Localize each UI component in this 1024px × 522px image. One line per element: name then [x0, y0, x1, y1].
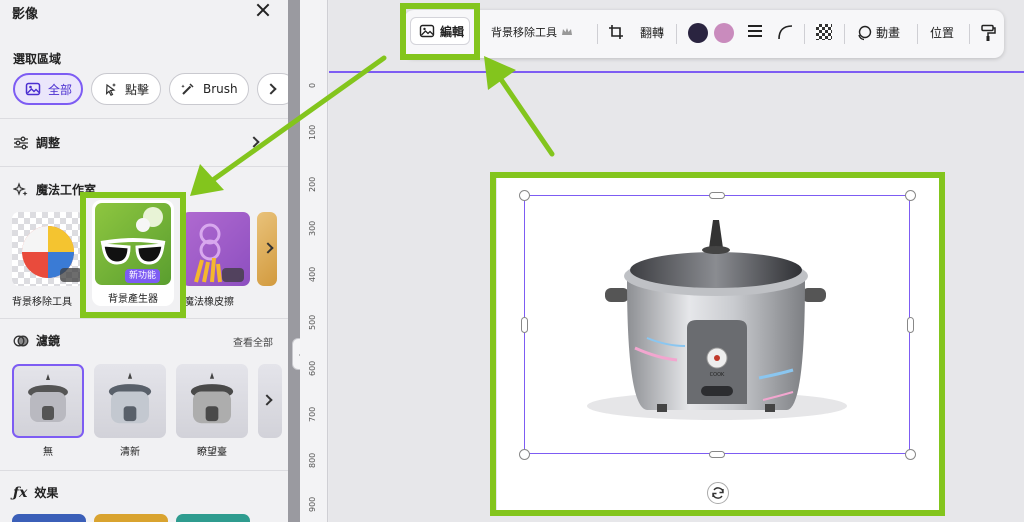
magic-eraser-thumbnail[interactable]: [182, 212, 250, 286]
effect-thumbnail[interactable]: [12, 514, 86, 522]
animate-button[interactable]: 動畫: [856, 24, 900, 41]
filter-fresh-thumbnail[interactable]: [94, 364, 166, 438]
flip-label: 翻轉: [640, 26, 665, 40]
select-all-button[interactable]: 全部: [13, 73, 83, 105]
chevron-right-icon: [265, 83, 277, 95]
select-click-label: 點擊: [125, 82, 150, 97]
crown-icon: [562, 28, 572, 35]
magic-eraser-label: 魔法橡皮擦: [184, 297, 234, 308]
ruler-mark: 500: [308, 314, 317, 330]
effects-header[interactable]: ƒx 效果: [13, 484, 58, 501]
filters-label: 濾鏡: [36, 334, 61, 348]
ruler-mark: 400: [308, 266, 317, 282]
crop-button[interactable]: [608, 24, 624, 40]
bg-remover-tool-button[interactable]: 背景移除工具: [491, 24, 573, 40]
ruler-mark: 800: [308, 452, 317, 468]
color-swatch-dark[interactable]: [688, 23, 708, 43]
crown-icon: [60, 268, 82, 282]
copy-style-button[interactable]: [980, 24, 996, 42]
corner-curve-icon: [778, 25, 793, 40]
bg-remover-thumbnail[interactable]: [12, 212, 84, 286]
adjust-chevron-icon: [248, 136, 260, 148]
animate-label: 動畫: [876, 26, 901, 40]
ruler-mark: 100: [308, 124, 317, 140]
select-brush-label: Brush: [203, 82, 238, 96]
border-style-button[interactable]: [747, 24, 763, 38]
border-lines-icon: [748, 25, 762, 37]
highlight-canvas-image: [490, 172, 945, 516]
vertical-ruler: 0 100 200 300 400 500 600 700 800 900: [300, 0, 328, 522]
position-label: 位置: [930, 26, 955, 40]
select-brush-button[interactable]: Brush: [169, 73, 249, 105]
effect-thumbnail[interactable]: [176, 514, 250, 522]
filter-none-label: 無: [43, 447, 53, 458]
close-icon[interactable]: [254, 1, 272, 19]
adjust-label: 調整: [36, 136, 61, 150]
fx-icon: ƒx: [13, 484, 28, 501]
filter-none-thumbnail[interactable]: [12, 364, 84, 438]
effect-thumbnail[interactable]: [94, 514, 168, 522]
context-toolbar: 背景移除工具 翻轉 動畫 位置: [404, 10, 1004, 58]
rice-cooker-image: [28, 374, 68, 422]
crown-icon: [222, 268, 244, 282]
paint-roller-icon: [981, 24, 996, 41]
rice-cooker-image: [108, 372, 152, 424]
select-more-button[interactable]: [257, 73, 288, 105]
guide-line: [329, 71, 1024, 73]
panel-title: 影像: [12, 7, 39, 22]
ruler-mark: 600: [308, 360, 317, 376]
effects-label: 效果: [34, 486, 59, 500]
select-all-label: 全部: [48, 82, 73, 97]
ruler-mark: 0: [308, 82, 317, 88]
rice-cooker-image: [190, 372, 234, 424]
filter-fresh-label: 清新: [120, 447, 140, 458]
flip-button[interactable]: 翻轉: [640, 24, 664, 41]
filter-lookout-label: 瞭望臺: [197, 447, 227, 458]
see-all-link[interactable]: 查看全部: [233, 334, 273, 349]
crop-icon: [609, 25, 623, 39]
magic-click-icon: [105, 83, 116, 96]
color-swatch-pink[interactable]: [714, 23, 734, 43]
brush-icon: [181, 83, 194, 95]
ruler-mark: 900: [308, 496, 317, 512]
checker-icon: [816, 24, 832, 40]
sliders-icon: [14, 136, 28, 149]
ruler-mark: 700: [308, 406, 317, 422]
dark-color-swatch: [688, 23, 708, 43]
filters-header: 濾鏡: [13, 332, 60, 349]
image-icon: [25, 82, 41, 96]
select-click-button[interactable]: 點擊: [91, 73, 161, 105]
transparency-button[interactable]: [816, 24, 832, 40]
corner-rounding-button[interactable]: [777, 24, 793, 40]
panel-splitter[interactable]: [288, 0, 300, 522]
ruler-mark: 200: [308, 176, 317, 192]
filter-circles-icon: [13, 335, 29, 346]
pink-color-swatch: [714, 23, 734, 43]
position-button[interactable]: 位置: [930, 24, 954, 41]
sparkle-icon: [13, 181, 28, 196]
bg-remover-tool-label: 背景移除工具: [491, 26, 557, 39]
select-area-label: 選取區域: [13, 52, 62, 66]
ruler-mark: 300: [308, 220, 317, 236]
highlight-edit-button: [400, 3, 480, 60]
animate-icon: [858, 25, 872, 40]
highlight-bg-generator: [80, 192, 186, 318]
adjust-row[interactable]: 調整: [13, 134, 60, 151]
filter-lookout-thumbnail[interactable]: [176, 364, 248, 438]
